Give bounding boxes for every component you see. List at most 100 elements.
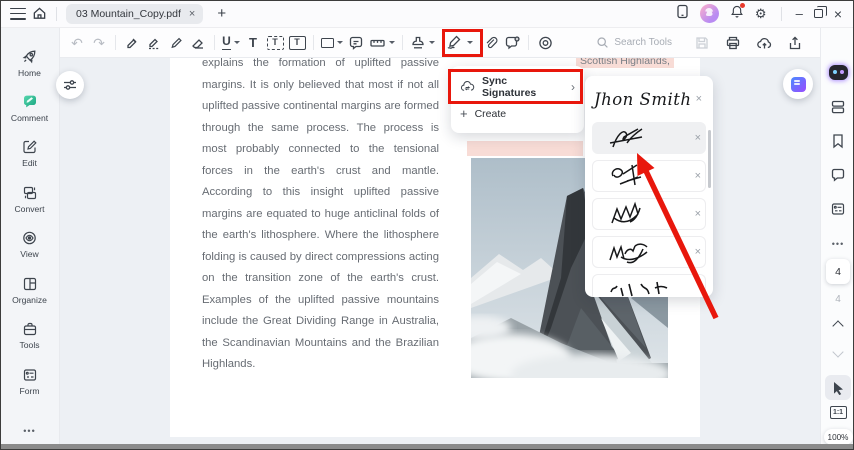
annotation-settings-button[interactable]	[56, 71, 84, 99]
select-tool-button[interactable]	[821, 375, 854, 400]
delete-signature-icon[interactable]: ×	[695, 208, 701, 220]
panels-icon	[831, 100, 845, 114]
attachment-paperclip-icon[interactable]	[479, 31, 501, 55]
pencil-tool-icon[interactable]	[165, 31, 187, 55]
area-highlight-tool-icon[interactable]	[143, 31, 165, 55]
view-icon	[23, 231, 36, 245]
signature-tool[interactable]	[443, 31, 475, 55]
underline-tool[interactable]: U	[220, 31, 242, 55]
signature-item-2[interactable]: ×	[592, 160, 706, 192]
form-fields-panel-button[interactable]	[821, 201, 854, 217]
document-tab[interactable]: 03 Mountain_Copy.pdf ×	[66, 3, 204, 24]
print-button[interactable]	[722, 31, 744, 55]
titlebar: 03 Mountain_Copy.pdf × + ⚙ – ×	[0, 0, 854, 28]
sidebar-item-organize[interactable]: Organize	[2, 268, 58, 314]
thumbnail-panel-button[interactable]	[821, 99, 854, 115]
redo-button[interactable]: ↷	[88, 31, 110, 55]
highlight-tool-icon[interactable]	[121, 31, 143, 55]
add-text-tool[interactable]: T	[242, 31, 264, 55]
signature-item-4[interactable]: ×	[592, 236, 706, 268]
delete-signature-icon[interactable]: ×	[695, 246, 701, 258]
share-export-button[interactable]	[784, 31, 806, 55]
rectangle-shape-icon	[321, 37, 334, 48]
panel-scrollbar[interactable]	[708, 130, 711, 188]
highlighted-text[interactable]: Scottish Highlands,	[576, 58, 674, 68]
previous-page-button[interactable]	[821, 320, 854, 332]
save-button[interactable]	[691, 31, 713, 55]
undo-button[interactable]: ↶	[66, 31, 88, 55]
highlight-block[interactable]	[467, 141, 583, 156]
sidebar-item-label: Home	[18, 67, 41, 78]
sidebar-item-tools[interactable]: Tools	[2, 313, 58, 359]
delete-signature-icon[interactable]: ×	[695, 132, 701, 144]
home-icon[interactable]	[32, 6, 47, 21]
chevron-down-icon[interactable]	[467, 41, 473, 44]
close-tab-icon[interactable]: ×	[189, 8, 195, 20]
signature-image	[610, 281, 668, 296]
chevron-down-icon[interactable]	[337, 41, 343, 44]
actual-size-button[interactable]: 1:1	[821, 406, 854, 419]
mobile-device-icon[interactable]	[676, 4, 689, 24]
form-icon	[23, 369, 36, 381]
signature-item-name[interactable]: Jhon Smith ×	[592, 82, 706, 116]
next-page-button[interactable]	[821, 346, 854, 358]
cloud-upload-button[interactable]	[753, 31, 775, 55]
sidebar-item-home[interactable]: Home	[2, 40, 58, 86]
callout-tool[interactable]: T	[286, 31, 308, 55]
sidebar-more-icon[interactable]: •••	[23, 426, 35, 436]
mode-sidebar: Home Comment Edit Convert View Organize …	[0, 28, 60, 444]
shapes-tool[interactable]	[319, 31, 345, 55]
sidebar-item-edit[interactable]: Edit	[2, 131, 58, 177]
ai-book-icon	[790, 76, 806, 92]
eraser-tool-icon[interactable]	[187, 31, 209, 55]
sync-signatures-item[interactable]: Sync Signatures ›	[451, 73, 584, 100]
settings-gear-icon[interactable]: ⚙	[755, 7, 767, 20]
page-paragraph: explains the formation of uplifted passi…	[202, 58, 439, 370]
signature-item-1[interactable]: ×	[592, 122, 706, 154]
sticky-note-tool-icon[interactable]	[345, 31, 367, 55]
ai-assistant-button[interactable]	[783, 69, 813, 99]
cursor-pointer-icon	[833, 381, 843, 395]
restore-window-button[interactable]	[813, 6, 827, 18]
sidebar-item-label: Comment	[10, 113, 49, 124]
chevron-down-icon[interactable]	[429, 41, 435, 44]
underline-icon: U	[222, 34, 231, 50]
total-pages: 4	[835, 294, 841, 305]
sidebar-item-view[interactable]: View	[2, 222, 58, 268]
divider	[780, 6, 782, 21]
ai-bot-button[interactable]	[821, 65, 854, 80]
show-annotations-eye-icon[interactable]	[534, 31, 556, 55]
measure-tool[interactable]	[367, 31, 397, 55]
search-icon	[597, 37, 609, 48]
new-tab-button[interactable]: +	[217, 6, 226, 21]
signature-item-5[interactable]	[592, 274, 706, 297]
minimize-button[interactable]: –	[796, 7, 803, 20]
sidebar-item-convert[interactable]: Convert	[2, 177, 58, 223]
delete-signature-icon[interactable]: ×	[695, 170, 701, 182]
current-page-box[interactable]: 4	[821, 259, 854, 284]
signature-list-panel: Jhon Smith × × × × ×	[585, 76, 713, 297]
right-panel-more-icon[interactable]: •••	[821, 239, 854, 249]
signature-item-3[interactable]: ×	[592, 198, 706, 230]
ai-bot-icon	[828, 65, 848, 80]
zoom-level-badge[interactable]: 100%	[821, 429, 854, 445]
text-box-tool[interactable]: T	[264, 31, 286, 55]
search-tools[interactable]: Search Tools	[596, 36, 672, 49]
create-signature-item[interactable]: + Create	[451, 100, 584, 127]
sidebar-item-label: Form	[19, 385, 40, 396]
comments-panel-button[interactable]	[821, 167, 854, 182]
notifications-bell-icon[interactable]	[730, 2, 745, 24]
search-tools-label: Search Tools	[614, 37, 672, 48]
user-avatar[interactable]	[699, 4, 719, 23]
delete-signature-icon[interactable]: ×	[696, 93, 702, 105]
stamp-tool[interactable]	[408, 31, 437, 55]
chevron-down-icon[interactable]	[233, 41, 240, 44]
zoom-percentage: 100%	[823, 429, 853, 445]
sidebar-item-comment[interactable]: Comment	[2, 86, 58, 132]
add-comment-icon[interactable]	[501, 31, 523, 55]
close-window-button[interactable]: ×	[834, 7, 842, 21]
sidebar-item-form[interactable]: Form	[2, 359, 58, 405]
bookmarks-button[interactable]	[821, 133, 854, 149]
menu-icon[interactable]	[10, 7, 26, 20]
chevron-down-icon[interactable]	[389, 41, 395, 44]
